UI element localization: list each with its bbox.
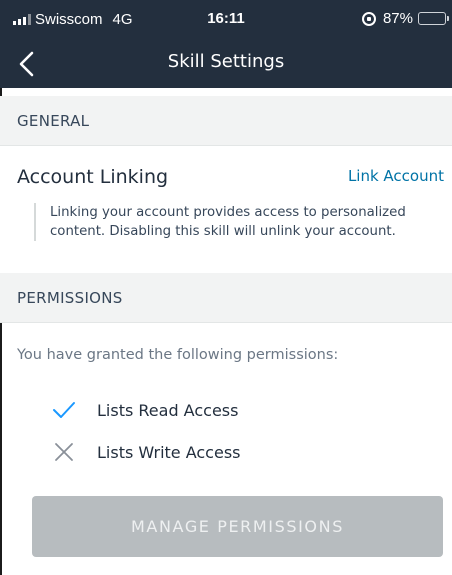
account-linking-description: Linking your account provides access to …	[34, 203, 434, 241]
permission-label: Lists Write Access	[97, 442, 241, 462]
section-header-permissions: PERMISSIONS	[0, 273, 452, 323]
status-left: Swisscom 4G	[13, 11, 133, 28]
status-bar: Swisscom 4G 16:11 87%	[0, 0, 452, 40]
permission-item-lists-read: Lists Read Access	[52, 396, 238, 424]
section-header-general: GENERAL	[0, 96, 452, 146]
battery-percent: 87%	[382, 10, 413, 27]
nav-bar: Skill Settings	[0, 40, 452, 88]
manage-permissions-button[interactable]: MANAGE PERMISSIONS	[32, 496, 443, 557]
permission-item-lists-write: Lists Write Access	[52, 438, 241, 466]
account-linking-row: Account Linking Link Account Linking you…	[0, 146, 452, 273]
network-type: 4G	[112, 11, 133, 28]
link-account-link[interactable]: Link Account	[348, 167, 444, 185]
permission-label: Lists Read Access	[97, 400, 239, 420]
status-right: 87%	[361, 10, 449, 27]
account-linking-title: Account Linking	[17, 166, 169, 188]
section-title-permissions: PERMISSIONS	[17, 289, 123, 307]
x-icon	[55, 443, 73, 461]
check-icon	[53, 402, 75, 418]
section-title-general: GENERAL	[17, 112, 90, 130]
signal-strength-icon	[13, 14, 31, 25]
rotation-lock-icon	[361, 11, 376, 26]
permissions-intro-text: You have granted the following permissio…	[17, 347, 339, 363]
app-header: Swisscom 4G 16:11 87% Skill Settings	[0, 0, 452, 88]
chevron-left-icon[interactable]	[16, 50, 40, 78]
page-title: Skill Settings	[167, 51, 285, 72]
carrier-name: Swisscom	[35, 11, 103, 28]
battery-icon	[418, 12, 449, 25]
